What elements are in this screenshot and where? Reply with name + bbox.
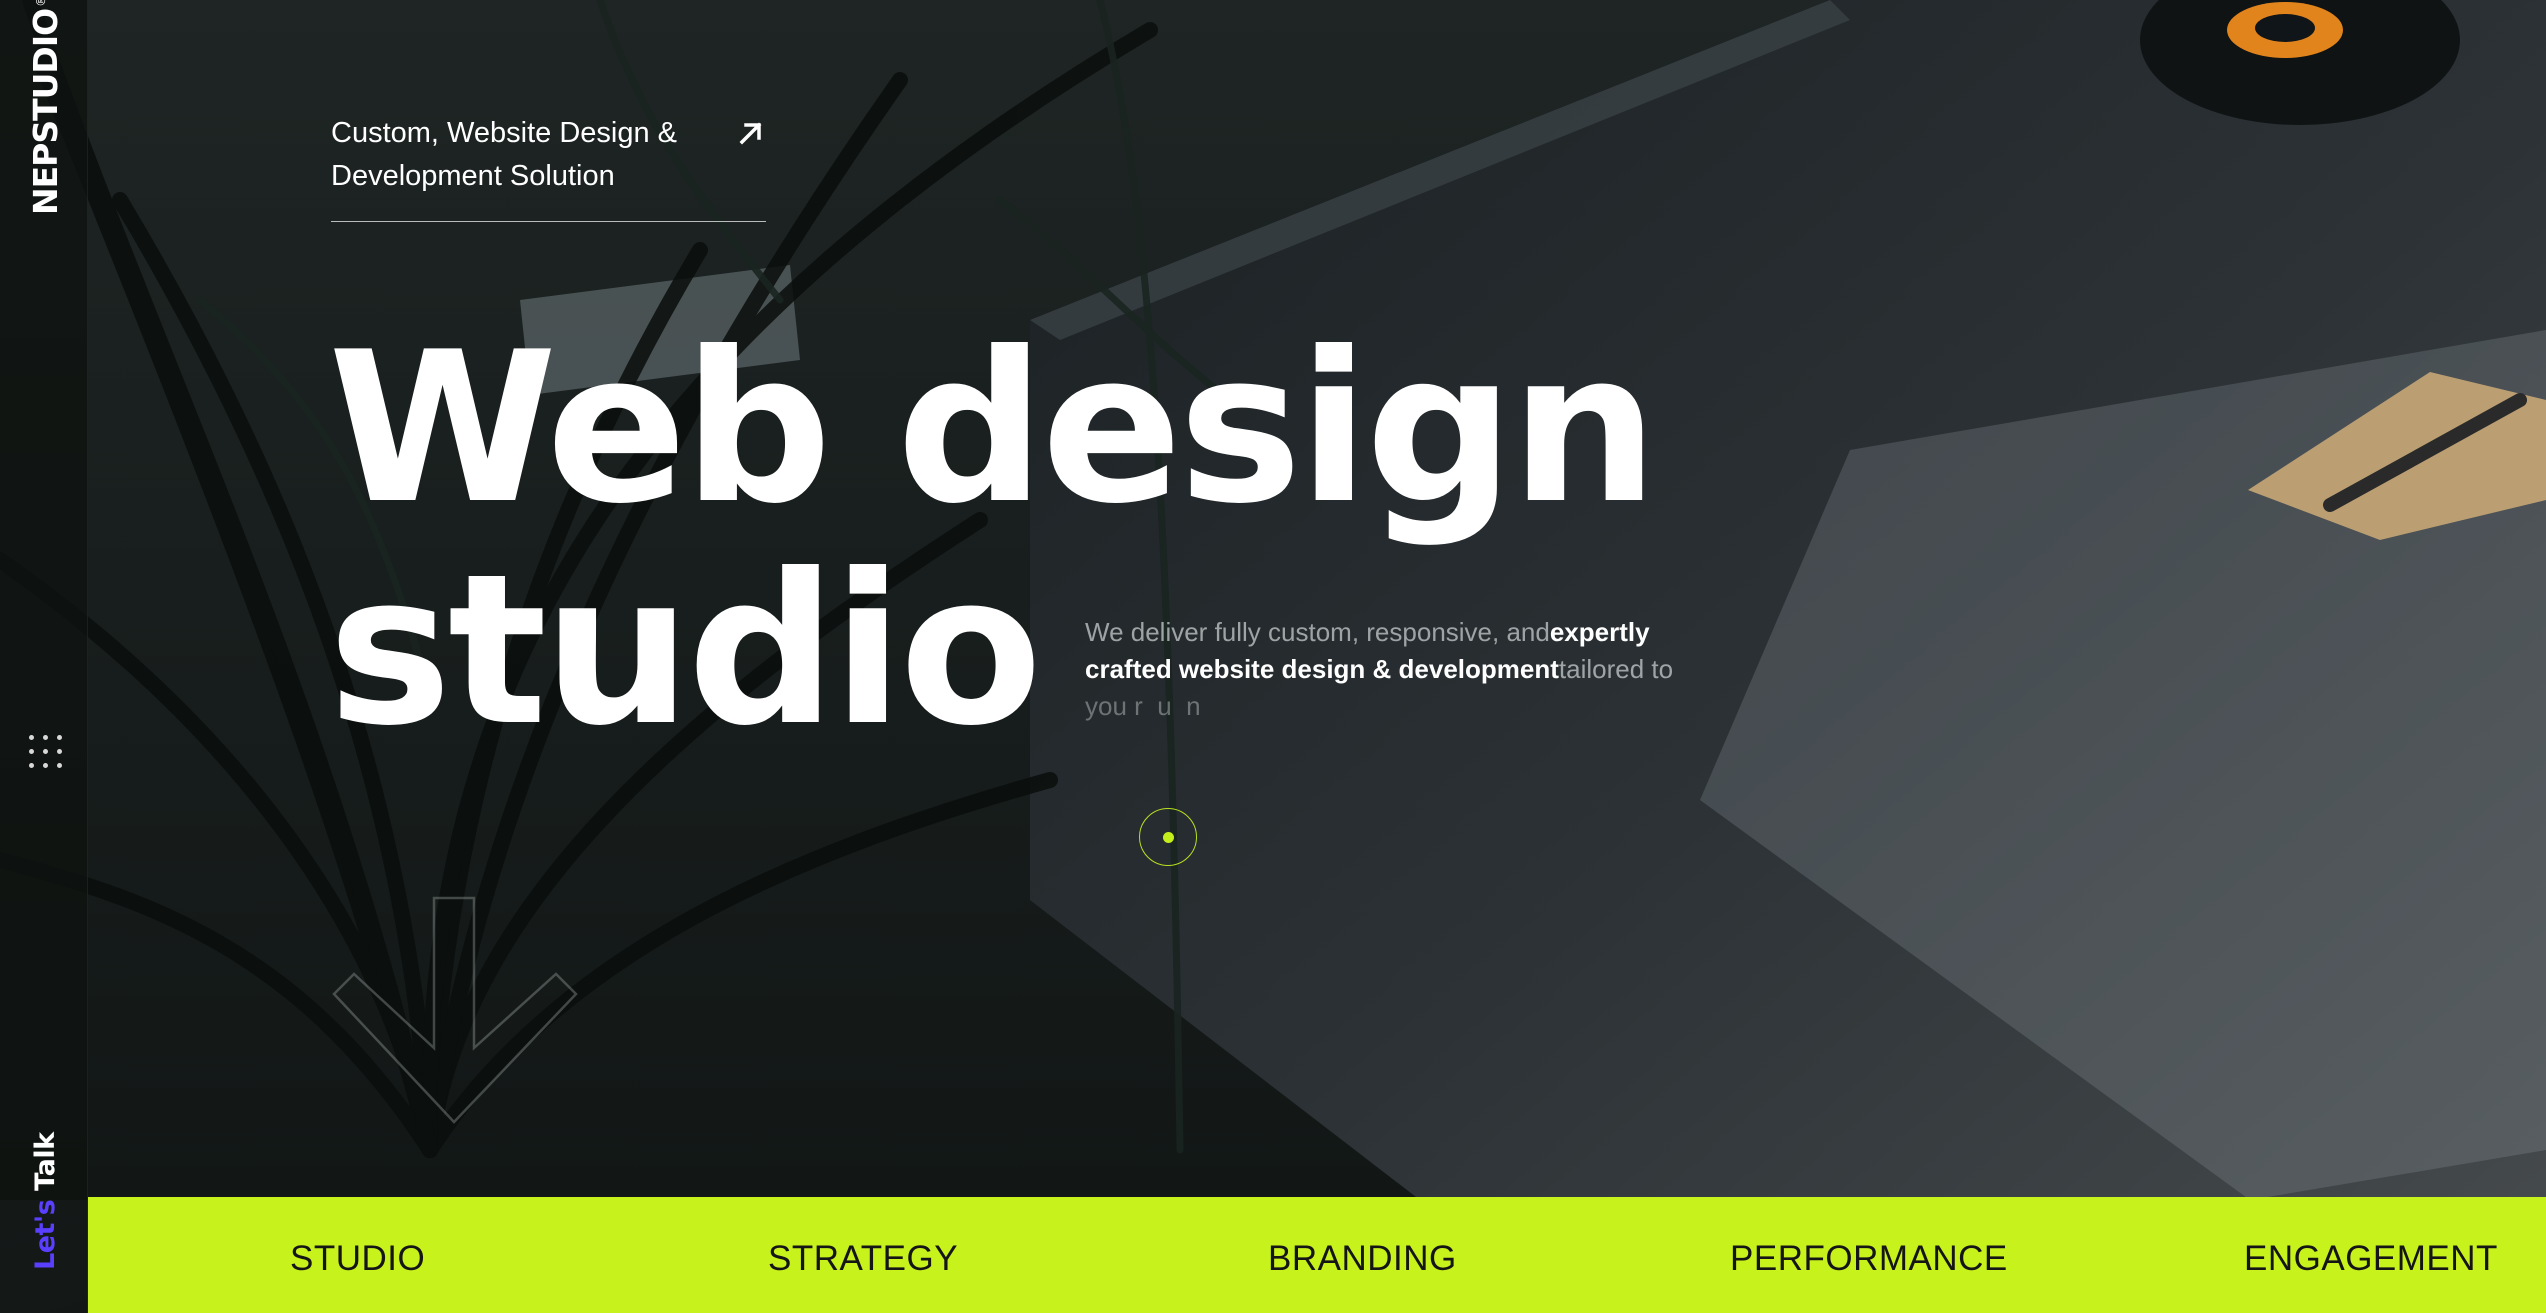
brand-logo[interactable]: NEPSTUDIO® <box>26 0 65 215</box>
hero-description: We deliver fully custom, responsive, and… <box>1085 614 1675 725</box>
band-item-branding[interactable]: BRANDING <box>1268 1239 1457 1279</box>
hero-description-plain2: tailored to <box>1558 654 1674 684</box>
band-item-strategy[interactable]: STRATEGY <box>768 1239 958 1279</box>
band-item-performance[interactable]: PERFORMANCE <box>1730 1239 2008 1279</box>
brand-logo-text: NEPSTUDIO <box>26 8 65 215</box>
arrow-down-icon[interactable] <box>332 896 578 1126</box>
hero-page: NEPSTUDIO® Let's Talk Custom, Website De… <box>0 0 2546 1313</box>
services-link-text: Custom, Website Design & Development Sol… <box>331 117 677 192</box>
lets-talk-button[interactable]: Let's Talk <box>30 1132 61 1270</box>
lets-talk-part1: Let's <box>30 1199 61 1270</box>
services-band-list: STUDIO STRATEGY BRANDING PERFORMANCE ENG… <box>88 1197 2546 1313</box>
grid-dots-icon[interactable] <box>27 733 63 769</box>
lets-talk-part2: Talk <box>30 1132 61 1200</box>
services-band: STUDIO STRATEGY BRANDING PERFORMANCE ENG… <box>88 1197 2546 1313</box>
hero-title-line1: Web design <box>328 308 1658 550</box>
hero-description-fade: you r u n <box>1085 691 1201 721</box>
hero-description-plain1: We deliver fully custom, responsive, and <box>1085 617 1550 647</box>
side-rail: NEPSTUDIO® Let's Talk <box>0 0 88 1313</box>
arrow-up-right-icon <box>739 122 762 145</box>
services-link[interactable]: Custom, Website Design & Development Sol… <box>331 112 766 222</box>
band-item-engagement[interactable]: ENGAGEMENT <box>2244 1239 2498 1279</box>
cursor-follower <box>1139 808 1197 866</box>
registered-mark: ® <box>34 0 48 7</box>
band-item-studio[interactable]: STUDIO <box>290 1239 425 1279</box>
